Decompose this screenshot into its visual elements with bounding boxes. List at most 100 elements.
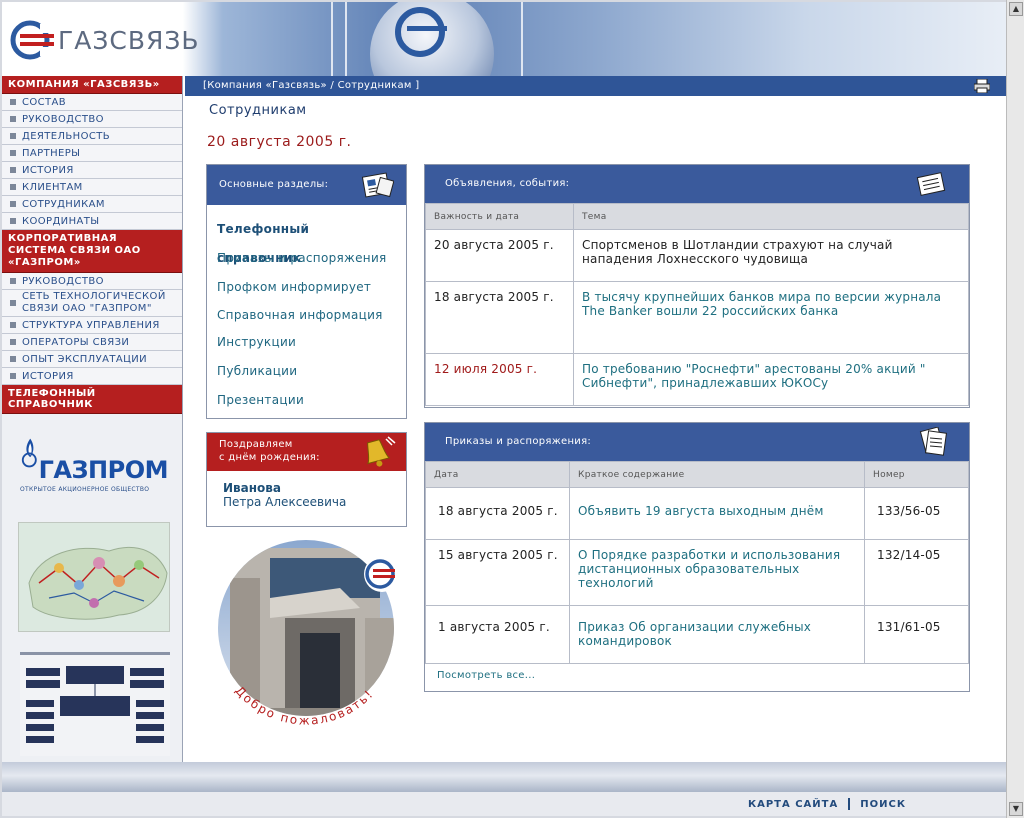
section-link[interactable]: Приказы и распоряжения [207, 244, 406, 273]
browser-frame: ГАЗСВЯЗЬ КОМПАНИЯ «ГАЗСВЯЗЬ» СОСТАВ РУКО… [0, 0, 1024, 818]
network-map-image[interactable] [18, 522, 170, 632]
nav-item-label: ПАРТНЕРЫ [22, 147, 81, 159]
nav-item[interactable]: СОТРУДНИКАМ [2, 196, 182, 213]
gazprom-banner[interactable]: ГАЗПРОМ ОТКРЫТОЕ АКЦИОНЕРНОЕ ОБЩЕСТВО [20, 422, 169, 493]
bullet-icon [10, 99, 16, 105]
newspaper-icon [361, 172, 394, 198]
news-date-important: 12 июля 2005 г. [425, 353, 574, 406]
order-summary-link[interactable]: Объявить 19 августа выходным днём [569, 487, 865, 540]
org-chart-image[interactable] [20, 652, 170, 756]
nav-item[interactable]: КООРДИНАТЫ [2, 213, 182, 230]
welcome-photo: Добро пожаловать! [210, 538, 406, 734]
section-link[interactable]: Инструкции [207, 328, 406, 357]
birthday-name-line2: Петра Алексеевича [223, 495, 347, 509]
nav-section-phonebook[interactable]: ТЕЛЕФОННЫЙ СПРАВОЧНИК [2, 385, 182, 414]
breadcrumb: [Компания «Газсвязь» / Сотрудникам ] [185, 76, 1006, 96]
documents-icon [919, 427, 948, 456]
nav-item-label: СОСТАВ [22, 96, 67, 108]
nav-item[interactable]: СОСТАВ [2, 94, 182, 111]
news-row: 20 августа 2005 г. Спортсменов в Шотланд… [425, 229, 969, 282]
bell-icon [367, 436, 396, 467]
nav-item[interactable]: ИСТОРИЯ [2, 368, 182, 385]
bullet-icon [10, 339, 16, 345]
gazprom-logo-text: ГАЗПРОМ [38, 456, 169, 484]
nav-item-label: РУКОВОДСТВО [22, 113, 104, 125]
vertical-scrollbar[interactable]: ▲ ▼ [1006, 0, 1024, 818]
section-link[interactable]: Публикации [207, 357, 406, 386]
nav-item[interactable]: ОПЫТ ЭКСПЛУАТАЦИИ [2, 351, 182, 368]
nav-item[interactable]: ДЕЯТЕЛЬНОСТЬ [2, 128, 182, 145]
bullet-icon [10, 322, 16, 328]
gazprom-subtitle: ОТКРЫТОЕ АКЦИОНЕРНОЕ ОБЩЕСТВО [20, 486, 150, 493]
search-link[interactable]: ПОИСК [860, 799, 906, 810]
orders-col-date[interactable]: Дата [425, 461, 570, 488]
nav-item-label: ИСТОРИЯ [22, 370, 74, 382]
birthday-name-line1: Иванова [223, 481, 281, 495]
sitemap-link[interactable]: КАРТА САЙТА [748, 799, 838, 810]
logo-text: ГАЗСВЯЗЬ [58, 25, 200, 55]
news-title: Объявления, события: [445, 178, 570, 189]
news-topic-link[interactable]: В тысячу крупнейших банков мира по верси… [573, 281, 969, 354]
bullet-icon [10, 201, 16, 207]
orders-row: 15 августа 2005 г. О Порядке разработки … [425, 539, 969, 606]
scroll-down-icon[interactable]: ▼ [1009, 802, 1023, 816]
footer-band [2, 762, 1006, 792]
news-date: 18 августа 2005 г. [425, 281, 574, 354]
footer-separator [848, 798, 851, 810]
news-date: 20 августа 2005 г. [425, 229, 574, 282]
orders-row: 18 августа 2005 г. Объявить 19 августа в… [425, 487, 969, 540]
bullet-icon [10, 218, 16, 224]
news-row: 18 августа 2005 г. В тысячу крупнейших б… [425, 281, 969, 354]
nav-item-label: СТРУКТУРА УПРАВЛЕНИЯ [22, 319, 160, 331]
orders-col-number[interactable]: Номер [864, 461, 969, 488]
news-topic-link[interactable]: По требованию "Роснефти" арестованы 20% … [573, 353, 969, 406]
nav-item[interactable]: ПАРТНЕРЫ [2, 145, 182, 162]
site-logo[interactable]: ГАЗСВЯЗЬ [10, 20, 200, 60]
nav-item[interactable]: РУКОВОДСТВО [2, 273, 182, 290]
orders-header: Приказы и распоряжения: [425, 423, 969, 461]
nav-item[interactable]: ОПЕРАТОРЫ СВЯЗИ [2, 334, 182, 351]
bullet-icon [10, 184, 16, 190]
news-col-date[interactable]: Важность и дата [425, 203, 574, 230]
orders-table: Дата Краткое содержание Номер 18 августа… [425, 461, 969, 664]
nav-item[interactable]: РУКОВОДСТВО [2, 111, 182, 128]
news-topic[interactable]: Спортсменов в Шотландии страхуют на случ… [573, 229, 969, 282]
header-globe-image [331, 2, 523, 76]
order-number: 132/14-05 [864, 539, 969, 606]
section-link[interactable]: Профком информирует [207, 273, 406, 302]
nav-item-label: КЛИЕНТАМ [22, 181, 83, 193]
nav-item[interactable]: КЛИЕНТАМ [2, 179, 182, 196]
nav-item[interactable]: СЕТЬ ТЕХНОЛОГИЧЕСКОЙ СВЯЗИ ОАО "ГАЗПРОМ" [2, 290, 182, 317]
order-date: 1 августа 2005 г. [425, 605, 570, 664]
birthday-header: Поздравляем с днём рождения: [207, 433, 406, 471]
bullet-icon [10, 300, 16, 306]
news-table: Важность и дата Тема 20 августа 2005 г. … [425, 203, 969, 406]
breadcrumb-text[interactable]: [Компания «Газсвязь» / Сотрудникам ] [203, 80, 419, 91]
page-title: Сотрудникам [209, 103, 307, 118]
nav-item[interactable]: СТРУКТУРА УПРАВЛЕНИЯ [2, 317, 182, 334]
section-link[interactable]: Телефонный справочник [207, 215, 406, 265]
site-header: ГАЗСВЯЗЬ [2, 2, 1006, 76]
orders-box: Приказы и распоряжения: Дата Краткое сод… [424, 422, 970, 692]
order-summary-link[interactable]: О Порядке разработки и использования дис… [569, 539, 865, 606]
orders-title: Приказы и распоряжения: [445, 436, 592, 447]
current-date: 20 августа 2005 г. [207, 134, 352, 150]
scroll-up-icon[interactable]: ▲ [1009, 2, 1023, 16]
main-sections-box: Основные разделы: Телефонный справочник П… [206, 164, 407, 419]
print-icon[interactable] [974, 79, 990, 93]
bullet-icon [10, 133, 16, 139]
section-link[interactable]: Презентации [207, 386, 406, 415]
nav-item-label: ОПЫТ ЭКСПЛУАТАЦИИ [22, 353, 148, 365]
nav-section-corporate[interactable]: КОРПОРАТИВНАЯ СИСТЕМА СВЯЗИ ОАО «ГАЗПРОМ… [2, 230, 182, 273]
orders-col-summary[interactable]: Краткое содержание [569, 461, 865, 488]
order-summary-link[interactable]: Приказ Об организации служебных командир… [569, 605, 865, 664]
nav-section-company[interactable]: КОМПАНИЯ «ГАЗСВЯЗЬ» [2, 76, 182, 94]
nav-item[interactable]: ИСТОРИЯ [2, 162, 182, 179]
order-date: 18 августа 2005 г. [425, 487, 570, 540]
orders-row: 1 августа 2005 г. Приказ Об организации … [425, 605, 969, 664]
news-col-topic[interactable]: Тема [573, 203, 969, 230]
section-link[interactable]: Справочная информация [207, 302, 406, 328]
view-all-link[interactable]: Посмотреть все... [425, 664, 969, 687]
bullet-icon [10, 278, 16, 284]
nav-item-label: РУКОВОДСТВО [22, 275, 104, 287]
